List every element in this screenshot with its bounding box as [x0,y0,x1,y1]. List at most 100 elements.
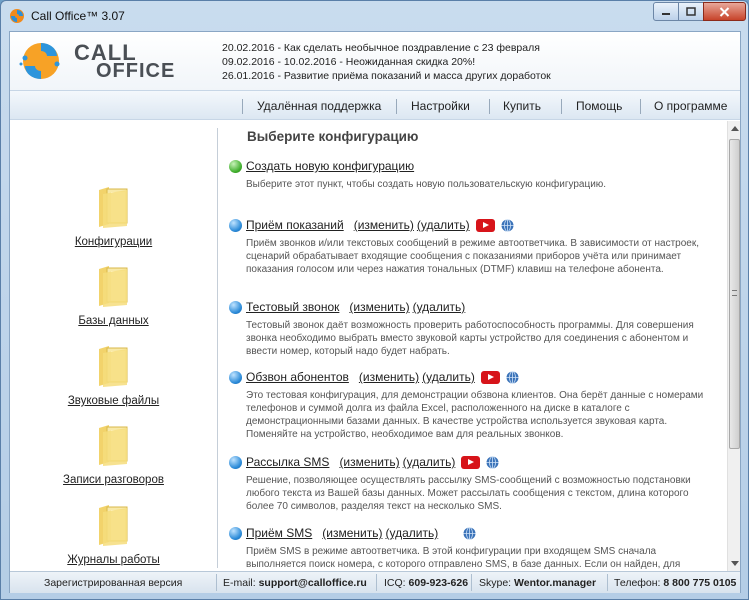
play-icon [229,370,242,384]
call-office-logo: CALL OFFICE [16,36,174,86]
entry-description: Решение, позволяющее осуществлять рассыл… [246,475,691,512]
delete-link[interactable]: (удалить) [422,370,475,384]
nav-bar: Удалённая поддержка Настройки Купить Пом… [10,90,740,120]
sidebar-divider [217,128,218,568]
scroll-down-icon[interactable] [731,561,739,566]
status-separator [376,574,377,591]
skype-info: Skype: Wentor.manager [479,577,596,589]
sidebar-label[interactable]: Базы данных [10,315,217,327]
edit-link[interactable]: (изменить) [322,526,382,540]
icq-info: ICQ: 609-923-626 [384,577,468,589]
youtube-icon[interactable] [480,370,500,384]
title-bar[interactable]: Call Office™ 3.07 [1,1,748,31]
status-separator [471,574,472,591]
grip-icon [732,290,737,296]
edit-link[interactable]: (изменить) [349,300,409,314]
sidebar-item-call-records[interactable]: Записи разговоров [10,424,217,486]
window-title: Call Office™ 3.07 [31,9,125,23]
nav-settings[interactable]: Настройки [411,99,470,113]
youtube-icon[interactable] [461,455,481,469]
nav-separator [242,99,243,114]
config-link[interactable]: Рассылка SMS [246,455,329,469]
delete-link[interactable]: (удалить) [413,300,466,314]
nav-help[interactable]: Помощь [576,99,622,113]
email-info: E-mail: support@calloffice.ru [223,577,367,589]
close-icon [719,6,730,17]
nav-separator [561,99,562,114]
config-link[interactable]: Приём SMS [246,526,312,540]
sidebar-label[interactable]: Конфигурации [10,236,217,248]
config-link[interactable]: Обзвон абонентов [246,370,349,384]
nav-separator [489,99,490,114]
globe-icon[interactable] [506,370,519,384]
config-entry: Рассылка SMS (изменить) (удалить) Решени… [229,453,719,513]
folder-icon [97,345,131,387]
config-entry: Обзвон абонентов (изменить) (удалить) Эт… [229,368,719,441]
sidebar-item-work-logs[interactable]: Журналы работы [10,504,217,566]
sidebar-label[interactable]: Звуковые файлы [10,395,217,407]
edit-link[interactable]: (изменить) [339,455,399,469]
sidebar-item-configurations[interactable]: Конфигурации [10,186,217,248]
create-config-link[interactable]: Создать новую конфигурацию [246,159,414,173]
skype-value: Wentor.manager [514,577,597,589]
edit-link[interactable]: (изменить) [359,370,419,384]
vertical-scrollbar[interactable] [727,121,740,571]
folder-icon [97,186,131,228]
nav-separator [640,99,641,114]
email-label: E-mail: [223,577,256,589]
delete-link[interactable]: (удалить) [403,455,456,469]
folder-icon [97,424,131,466]
minimize-icon [662,12,670,15]
registration-status: Зарегистрированная версия [44,577,183,589]
globe-icon[interactable] [463,526,476,540]
phone-label: Телефон: [614,577,661,589]
add-icon [229,159,242,173]
scroll-up-icon[interactable] [731,126,739,131]
sidebar-item-sound-files[interactable]: Звуковые файлы [10,345,217,407]
nav-remote-support[interactable]: Удалённая поддержка [257,99,381,113]
play-icon [229,455,242,469]
delete-link[interactable]: (удалить) [385,526,438,540]
delete-link[interactable]: (удалить) [417,218,470,232]
status-separator [607,574,608,591]
scrollbar-thumb[interactable] [729,139,740,449]
play-icon [229,218,242,232]
close-button[interactable] [703,2,746,21]
email-value[interactable]: support@calloffice.ru [259,577,367,589]
nav-about[interactable]: О программе [654,99,727,113]
logo-emblem-icon [19,43,60,79]
sidebar-label[interactable]: Журналы работы [10,554,217,566]
config-link[interactable]: Тестовый звонок [246,300,339,314]
globe-icon[interactable] [486,455,499,469]
config-entry: Приём SMS (изменить) (удалить) Приём SMS… [229,524,719,571]
phone-info: Телефон: 8 800 775 0105 [614,577,736,589]
phone-value: 8 800 775 0105 [663,577,737,589]
news-item[interactable]: 26.01.2016 - Развитие приёма показаний и… [222,69,551,83]
icq-label: ICQ: [384,577,406,589]
status-bar: Зарегистрированная версия E-mail: suppor… [10,571,740,593]
sidebar-label[interactable]: Записи разговоров [10,474,217,486]
skype-label: Skype: [479,577,512,589]
app-window: Call Office™ 3.07 CALL OFFICE 20.02.2016… [0,0,749,600]
nav-separator [396,99,397,114]
header: CALL OFFICE 20.02.2016 - Как сделать нео… [10,32,740,90]
youtube-icon[interactable] [475,218,495,232]
page-title: Выберите конфигурацию [247,129,419,144]
status-separator [216,574,217,591]
globe-icon[interactable] [501,218,514,232]
config-link[interactable]: Приём показаний [246,218,344,232]
entry-description: Тестовый звонок даёт возможность провери… [246,320,694,357]
nav-buy[interactable]: Купить [503,99,541,113]
config-list: Выберите конфигурацию Создать новую конф… [219,121,727,571]
entry-description: Приём звонков и/или текстовых сообщений … [246,238,700,275]
app-logo-icon [10,9,24,23]
folder-icon [97,265,131,307]
folder-icon [97,504,131,546]
sidebar-item-databases[interactable]: Базы данных [10,265,217,327]
news-item[interactable]: 09.02.2016 - 10.02.2016 - Неожиданная ск… [222,55,551,69]
edit-link[interactable]: (изменить) [354,218,414,232]
news-item[interactable]: 20.02.2016 - Как сделать необычное поздр… [222,41,551,55]
minimize-button[interactable] [653,2,679,21]
maximize-button[interactable] [678,2,704,21]
config-entry: Тестовый звонок (изменить) (удалить) Тес… [229,298,719,358]
